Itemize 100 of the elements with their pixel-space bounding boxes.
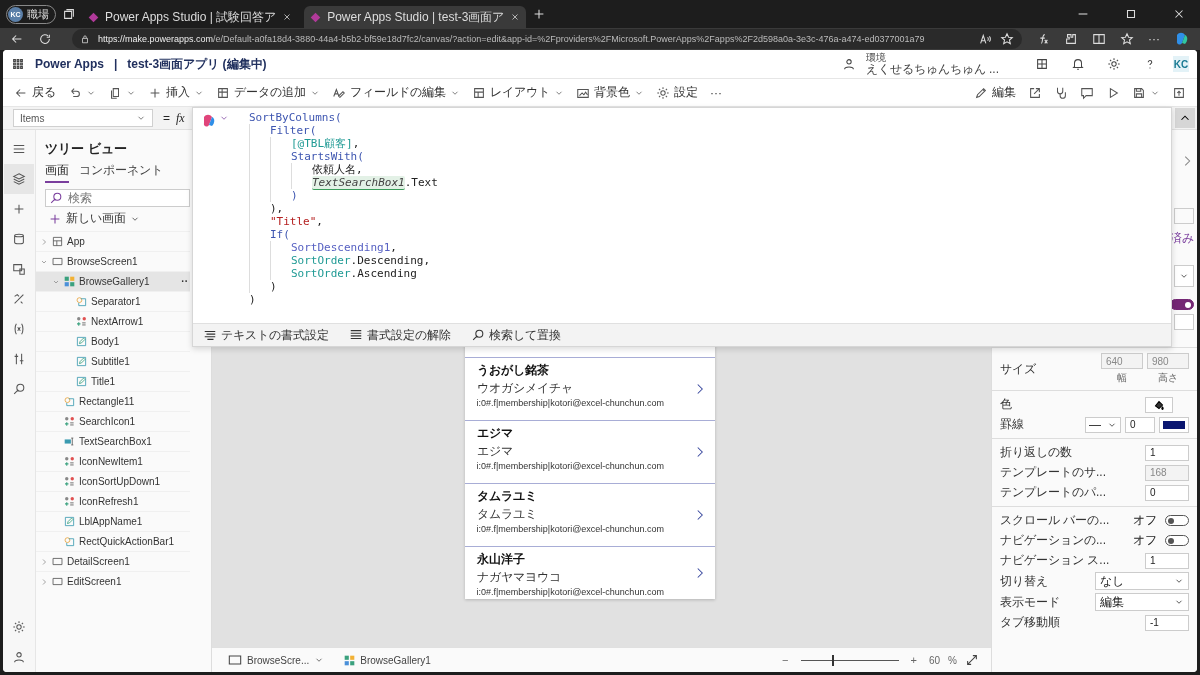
- account-icon[interactable]: [12, 650, 26, 664]
- label-icon: [76, 376, 87, 387]
- back-arrow-icon[interactable]: [10, 32, 24, 46]
- toggle-switch[interactable]: [1165, 535, 1189, 546]
- search-icon[interactable]: [12, 382, 26, 396]
- item-body: i:0#.f|membership|kotori@excel-chunchun.com: [476, 587, 665, 597]
- input-field[interactable]: -1: [1145, 614, 1189, 631]
- color-picker-button[interactable]: [1159, 416, 1189, 433]
- tree-item[interactable]: LblAppName1: [36, 511, 190, 531]
- tree-item[interactable]: IconSortUpDown1: [36, 471, 190, 491]
- tree-item[interactable]: Separator1: [36, 291, 190, 311]
- toolbar-button[interactable]: 設定: [651, 82, 703, 103]
- formula-editor[interactable]: SortByColumns( Filter( [@TBL顧客], StartsWith( 依頼人名, TextSearchBox1.Text ) ), "Title", If( SortDescending1, SortOrder.Descending, SortOrder.Ascending ) ) テキストの書式設定 書式設定の解除 検索して置換: [192, 107, 1172, 347]
- new-screen-button[interactable]: 新しい画面: [46, 208, 142, 229]
- tree-item[interactable]: SearchIcon1: [36, 411, 190, 431]
- extension-icon[interactable]: [1064, 32, 1078, 46]
- toolbar-button[interactable]: 戻る: [9, 82, 61, 103]
- tree-item[interactable]: Rectangle11: [36, 391, 190, 411]
- puzzle-icon[interactable]: [1035, 57, 1049, 71]
- fit-to-window-icon[interactable]: [965, 653, 979, 667]
- tree-tab[interactable]: コンポーネント: [79, 162, 163, 183]
- split-screen-icon[interactable]: [1092, 32, 1106, 46]
- input-field[interactable]: [1174, 314, 1194, 330]
- variables-icon[interactable]: [12, 322, 26, 336]
- gallery-item[interactable]: タムラユミ タムラユミ i:0#.f|membership|kotori@excel-chunchun.com: [464, 484, 715, 547]
- tree-item[interactable]: BrowseGallery1 ··: [36, 271, 190, 291]
- profile-label: 職場: [27, 6, 49, 22]
- input-field[interactable]: 1: [1145, 444, 1189, 461]
- toolbar-button[interactable]: ···: [705, 83, 727, 102]
- close-icon[interactable]: [282, 12, 293, 22]
- tree-item[interactable]: Body1: [36, 331, 190, 351]
- text-format-icon: [203, 328, 217, 342]
- tree-item[interactable]: IconNewItem1: [36, 451, 190, 471]
- dropdown[interactable]: 編集: [1095, 593, 1189, 611]
- border-style-dropdown[interactable]: —: [1085, 416, 1121, 433]
- browser-tab[interactable]: Power Apps Studio | test-3画面ア: [304, 6, 527, 28]
- browser-tab[interactable]: Power Apps Studio | 試験回答ア: [82, 6, 299, 28]
- item-body: i:0#.f|membership|kotori@excel-chunchun.com: [476, 524, 665, 534]
- user-avatar[interactable]: KC: [1173, 56, 1189, 72]
- tree-tab[interactable]: 画面: [45, 162, 69, 183]
- tree-item[interactable]: Title1: [36, 371, 190, 391]
- zoom-in-button[interactable]: +: [906, 654, 921, 666]
- refresh-icon[interactable]: [38, 32, 52, 46]
- more-menu-button[interactable]: ···: [1148, 32, 1160, 46]
- search-field[interactable]: 検索: [45, 189, 190, 207]
- media-icon[interactable]: [12, 262, 26, 276]
- tree-item[interactable]: RectQuickActionBar1: [36, 531, 190, 551]
- tree-item[interactable]: DetailScreen1: [36, 551, 190, 571]
- color-picker-button[interactable]: [1145, 396, 1173, 413]
- input-field[interactable]: 1: [1145, 552, 1189, 569]
- screen-selector[interactable]: BrowseScre...: [222, 653, 331, 667]
- code-line: 依頼人名,: [312, 163, 363, 176]
- gallery-item[interactable]: 永山洋子 ナガヤマヨウコ i:0#.f|membership|kotori@excel-chunchun.com: [464, 547, 715, 599]
- editor-command-button[interactable]: 書式設定の解除: [343, 325, 457, 345]
- collapse-button[interactable]: [1175, 108, 1195, 128]
- star-icon[interactable]: [1000, 32, 1014, 46]
- property-dropdown[interactable]: Items: [13, 109, 153, 127]
- menu-icon[interactable]: [12, 142, 26, 156]
- address-field[interactable]: https://make.powerapps.com/e/Default-a0fa18d4-3880-44a4-b5b2-bf59e18d7fc2/canvas/?action=edit&app-id=%2Fproviders%2FMicrosoft.PowerApps%2Fapps%2F2d598a0a-3e3c-476a-a474-ed0377001a79: [72, 29, 1022, 49]
- tree-item[interactable]: EditScreen1: [36, 571, 190, 591]
- control-selector[interactable]: BrowseGallery1: [338, 654, 437, 666]
- more-options-button[interactable]: ··: [181, 276, 188, 287]
- tree-item[interactable]: Subtitle1: [36, 351, 190, 371]
- gallery-item[interactable]: エジマ エジマ i:0#.f|membership|kotori@excel-chunchun.com: [464, 421, 715, 484]
- input-field[interactable]: 0: [1125, 416, 1155, 433]
- settings-icon[interactable]: [1107, 57, 1121, 71]
- toolbar-button[interactable]: 背景色: [571, 82, 649, 103]
- settings-icon[interactable]: [12, 620, 26, 634]
- gallery-item[interactable]: うおがし銘茶 ウオガシメイチャ i:0#.f|membership|kotori@excel-chunchun.com: [464, 358, 715, 421]
- app-launcher-icon[interactable]: [11, 57, 25, 71]
- tree-item[interactable]: NextArrow1: [36, 311, 190, 331]
- tree-item[interactable]: TextSearchBox1: [36, 431, 190, 451]
- dropdown[interactable]: なし: [1095, 572, 1189, 590]
- tree-item[interactable]: IconRefresh1: [36, 491, 190, 511]
- database-icon[interactable]: [12, 232, 26, 246]
- toolbar-button[interactable]: フィールドの編集: [327, 82, 465, 103]
- toolbar-button[interactable]: 挿入: [143, 82, 209, 103]
- toggle-switch[interactable]: [1165, 515, 1189, 526]
- editor-command-button[interactable]: テキストの書式設定: [197, 325, 335, 345]
- zoom-out-button[interactable]: −: [778, 654, 793, 666]
- toolbar-button[interactable]: レイアウト: [467, 82, 569, 103]
- equals-sign: =: [163, 111, 170, 125]
- input-field[interactable]: 0: [1145, 484, 1189, 501]
- toolbar-button[interactable]: データの追加: [211, 82, 325, 103]
- tab-actions-icon[interactable]: [62, 7, 76, 21]
- tree-item[interactable]: App: [36, 231, 190, 251]
- tab-title: Power Apps Studio | 試験回答ア: [105, 8, 277, 26]
- close-icon[interactable]: [510, 12, 521, 22]
- bell-icon[interactable]: [1071, 57, 1085, 71]
- tools-icon[interactable]: [12, 352, 26, 366]
- read-aloud-icon[interactable]: [978, 32, 992, 46]
- favorites-icon[interactable]: [1120, 32, 1134, 46]
- slider-thumb[interactable]: [831, 654, 834, 666]
- assistant-icon[interactable]: [1174, 31, 1190, 47]
- environment-name[interactable]: えくせるちゅんちゅん ...: [865, 63, 999, 76]
- editor-command-button[interactable]: 検索して置換: [465, 325, 567, 345]
- code-line: Filter(: [270, 124, 317, 137]
- maximize-icon[interactable]: [1124, 7, 1138, 21]
- toolbar-button[interactable]: 編集: [969, 82, 1021, 103]
- title-separator: |: [113, 57, 118, 71]
